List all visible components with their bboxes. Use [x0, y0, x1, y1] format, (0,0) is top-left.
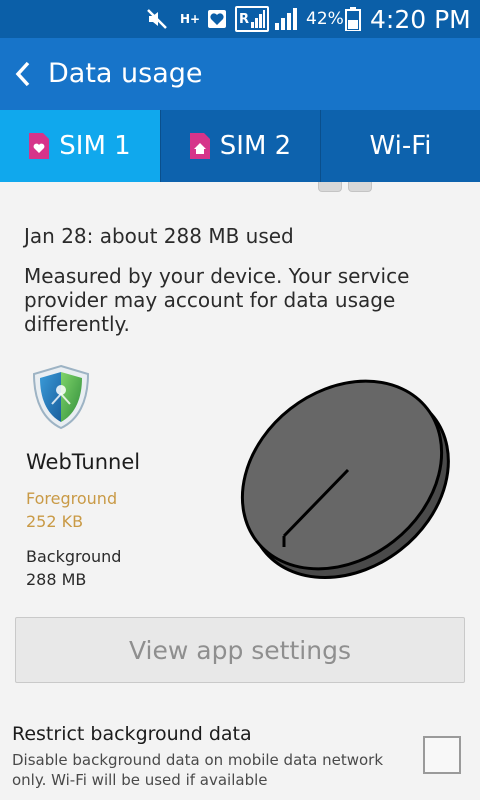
- status-bar: H+ R 42% 4:20 PM: [0, 0, 480, 38]
- chevron-left-icon[interactable]: [12, 60, 34, 88]
- app-name: WebTunnel: [26, 450, 141, 474]
- restrict-background-checkbox[interactable]: [423, 736, 461, 774]
- mute-icon: [145, 7, 169, 31]
- battery-icon: [344, 7, 362, 31]
- background-label: Background: [26, 547, 122, 566]
- background-value: 288 MB: [26, 570, 87, 589]
- signal-icon: [274, 7, 300, 31]
- tab-sim-2[interactable]: SIM 2: [160, 110, 320, 182]
- view-app-settings-button[interactable]: View app settings: [15, 617, 465, 683]
- tab-bar: SIM 1 SIM 2 Wi-Fi: [0, 110, 480, 182]
- page-title: Data usage: [48, 58, 203, 89]
- tab-label: Wi-Fi: [369, 131, 432, 161]
- tab-wifi[interactable]: Wi-Fi: [320, 110, 480, 182]
- sim-heart-icon: [29, 133, 50, 159]
- sim-home-icon: [189, 133, 210, 159]
- webtunnel-shield-icon: [30, 364, 92, 430]
- measurement-note: Measured by your device. Your service pr…: [24, 264, 410, 336]
- usage-pie-chart: [240, 379, 450, 579]
- network-type-label: H+: [179, 12, 201, 26]
- restrict-background-title: Restrict background data: [12, 723, 252, 745]
- tab-label: SIM 2: [219, 131, 292, 161]
- roaming-label: R: [238, 11, 249, 27]
- tab-label: SIM 1: [59, 131, 131, 161]
- heart-sim-icon: [206, 7, 228, 31]
- foreground-label: Foreground: [26, 489, 118, 508]
- clock: 4:20 PM: [370, 5, 471, 34]
- restrict-background-description: Disable background data on mobile data n…: [12, 751, 384, 789]
- h-plus-data-icon: H+: [178, 7, 202, 31]
- battery-percent: 42%: [306, 9, 344, 29]
- scroll-handle-right[interactable]: [348, 182, 372, 192]
- usage-summary: Jan 28: about 288 MB used: [24, 224, 294, 248]
- scroll-handle-left[interactable]: [318, 182, 342, 192]
- tab-sim-1[interactable]: SIM 1: [0, 110, 160, 182]
- foreground-value: 252 KB: [26, 512, 84, 531]
- roaming-signal-icon: R: [235, 6, 269, 32]
- app-bar: Data usage: [0, 38, 480, 110]
